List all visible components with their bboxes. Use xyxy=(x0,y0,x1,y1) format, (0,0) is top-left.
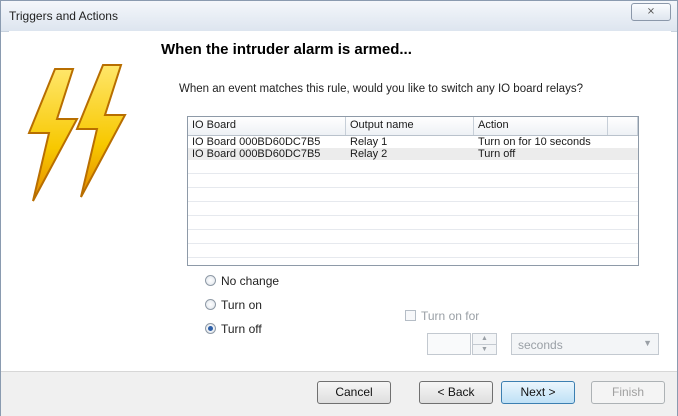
question-text: When an event matches this rule, would y… xyxy=(179,83,583,95)
window-title: Triggers and Actions xyxy=(9,9,118,23)
close-icon: ⨯ xyxy=(646,6,656,17)
finish-button[interactable]: Finish xyxy=(591,381,665,404)
button-bar: Cancel < Back Next > Finish xyxy=(1,371,677,416)
radio-label: Turn on xyxy=(221,298,262,312)
cancel-button[interactable]: Cancel xyxy=(317,381,391,404)
lightning-bolt-right xyxy=(75,64,127,198)
radio-indicator xyxy=(205,275,216,286)
cell-io-board: IO Board 000BD60DC7B5 xyxy=(192,148,321,160)
radio-label: No change xyxy=(221,274,280,288)
grid-header: IO Board Output name Action xyxy=(188,117,638,136)
units-value: seconds xyxy=(518,338,563,352)
table-row[interactable]: IO Board 000BD60DC7B5 Relay 1 Turn on fo… xyxy=(188,136,638,148)
empty-row xyxy=(188,202,638,216)
empty-row xyxy=(188,188,638,202)
title-bar: Triggers and Actions ⨯ xyxy=(1,1,677,32)
radio-label: Turn off xyxy=(221,322,262,336)
table-row[interactable]: IO Board 000BD60DC7B5 Relay 2 Turn off xyxy=(188,148,638,160)
dialog-window: Triggers and Actions ⨯ When the intruder… xyxy=(0,0,678,416)
radio-indicator xyxy=(205,299,216,310)
cell-output-name: Relay 1 xyxy=(350,136,388,148)
empty-row xyxy=(188,160,638,174)
empty-row xyxy=(188,258,638,265)
close-button[interactable]: ⨯ xyxy=(631,3,671,21)
back-button[interactable]: < Back xyxy=(419,381,493,404)
lightning-bolts-icon xyxy=(27,64,127,202)
turn-on-for-checkbox[interactable] xyxy=(405,310,416,321)
relay-grid[interactable]: IO Board Output name Action IO Board 000… xyxy=(187,116,639,266)
empty-row xyxy=(188,230,638,244)
radio-indicator xyxy=(205,323,216,334)
col-action[interactable]: Action xyxy=(474,117,608,135)
cell-action: Turn on for 10 seconds xyxy=(478,136,591,148)
cell-output-name: Relay 2 xyxy=(350,148,388,160)
empty-row xyxy=(188,174,638,188)
col-io-board[interactable]: IO Board xyxy=(188,117,346,135)
col-output-name[interactable]: Output name xyxy=(346,117,474,135)
cell-action: Turn off xyxy=(478,148,516,160)
radio-turn-off[interactable]: Turn off xyxy=(205,321,345,339)
stepper-up-icon[interactable]: ▲ xyxy=(473,334,496,345)
empty-row xyxy=(188,216,638,230)
empty-row xyxy=(188,244,638,258)
radio-turn-on[interactable]: Turn on xyxy=(205,297,345,315)
next-button[interactable]: Next > xyxy=(501,381,575,404)
col-extra xyxy=(608,117,638,135)
duration-input[interactable] xyxy=(427,333,471,355)
turn-on-for-label: Turn on for xyxy=(421,309,480,323)
radio-no-change[interactable]: No change xyxy=(205,273,345,291)
stepper-down-icon[interactable]: ▼ xyxy=(473,345,496,355)
page-heading: When the intruder alarm is armed... xyxy=(161,41,412,58)
cell-io-board: IO Board 000BD60DC7B5 xyxy=(192,136,321,148)
units-select[interactable]: seconds ▼ xyxy=(511,333,659,355)
duration-stepper[interactable]: ▲ ▼ xyxy=(472,333,497,355)
chevron-down-icon: ▼ xyxy=(643,338,652,348)
lightning-bolt-left xyxy=(27,68,79,202)
